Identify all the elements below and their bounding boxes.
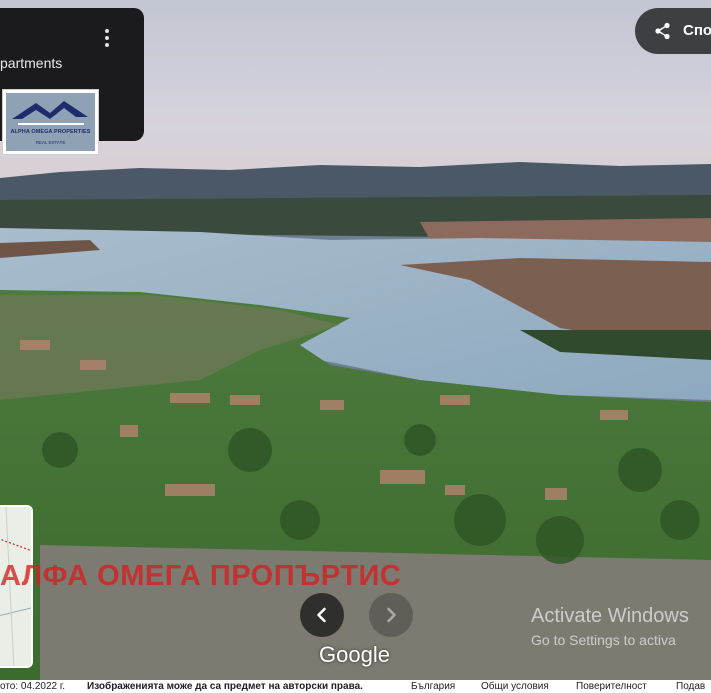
privacy-link[interactable]: Поверителност <box>576 680 647 693</box>
next-image-button[interactable] <box>369 593 413 637</box>
previous-image-button[interactable] <box>300 593 344 637</box>
image-date: ото: 04.2022 г. <box>0 681 66 692</box>
copyright-notice: Изображенията може да са предмет на авто… <box>87 681 363 692</box>
activate-windows-overlay: Activate Windows Go to Settings to activ… <box>531 605 689 648</box>
place-title: partments <box>0 55 63 71</box>
activate-windows-subtitle: Go to Settings to activa <box>531 632 676 648</box>
logo-subtext: REAL ESTATE <box>35 140 66 145</box>
terms-link[interactable]: Общи условия <box>481 680 549 693</box>
activate-windows-title: Activate Windows <box>531 605 689 627</box>
feedback-link[interactable]: Подав <box>676 680 705 693</box>
share-icon <box>655 22 670 40</box>
chevron-left-icon <box>317 607 326 623</box>
roof-logo-icon <box>12 101 88 125</box>
chevron-right-icon <box>387 607 396 623</box>
attribution-bar: ото: 04.2022 г. Изображенията може да са… <box>0 680 711 693</box>
country-link[interactable]: България <box>411 680 455 693</box>
share-button[interactable]: Спо <box>635 8 711 54</box>
google-logo: Google <box>319 642 390 667</box>
agency-logo: ALPHA OMEGA PROPERTIES REAL ESTATE <box>2 89 99 155</box>
share-label: Спо <box>683 22 711 39</box>
logo-text: ALPHA OMEGA PROPERTIES <box>10 129 91 135</box>
watermark-text: АЛФА ОМЕГА ПРОПЪРТИС <box>0 560 402 592</box>
more-vertical-icon <box>105 29 109 33</box>
more-options-button[interactable] <box>97 26 117 50</box>
